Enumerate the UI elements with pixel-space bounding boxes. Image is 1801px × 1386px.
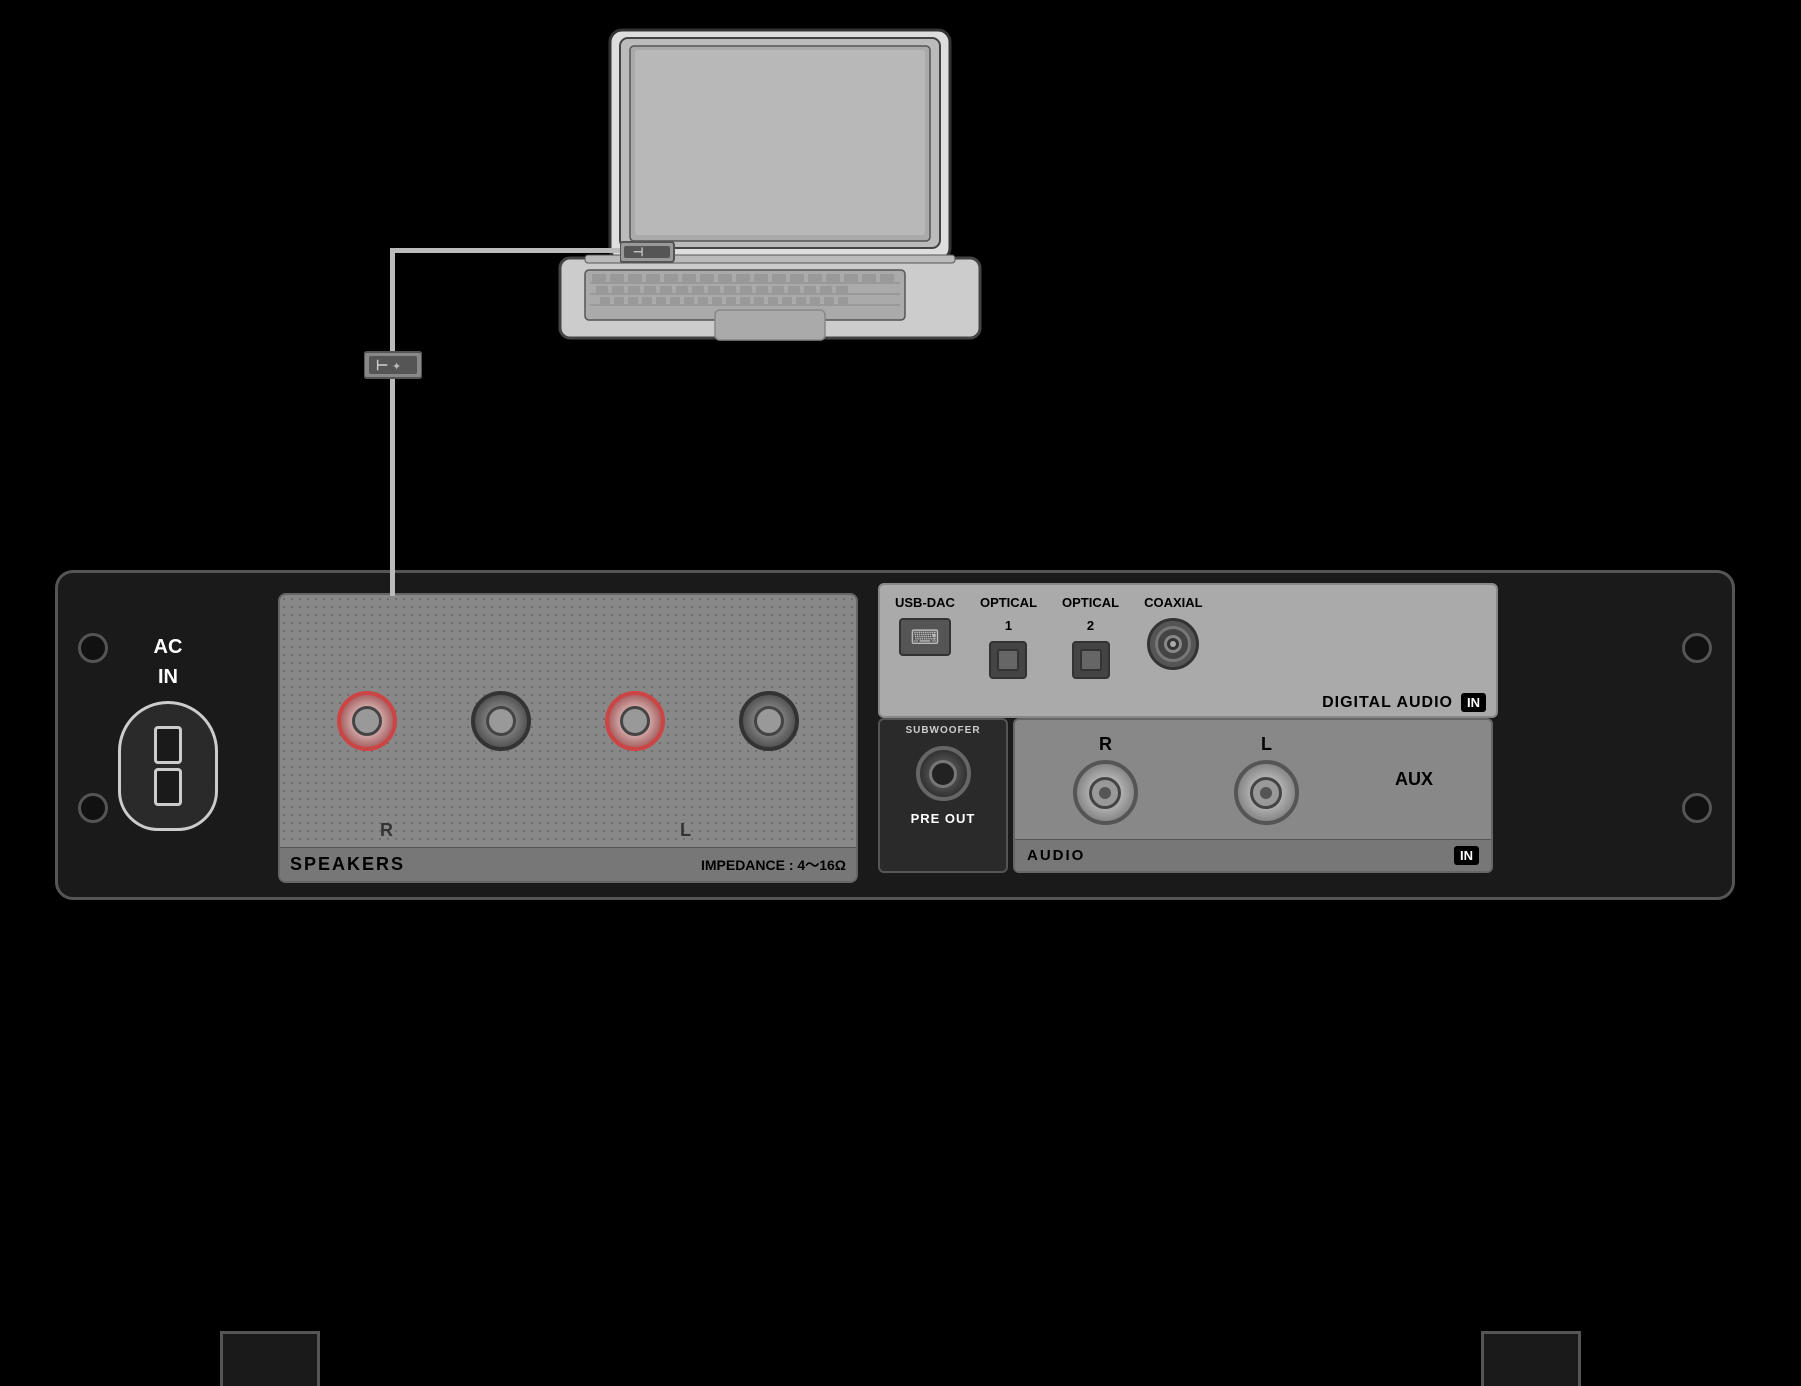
- laptop-illustration: [530, 20, 1010, 360]
- audio-in-text: AUDIO: [1027, 847, 1085, 864]
- speakers-label: SPEAKERS: [290, 854, 405, 875]
- coaxial-group: COAXIAL: [1144, 595, 1203, 670]
- svg-text:✦: ✦: [392, 361, 401, 373]
- optical-2-group: OPTICAL 2: [1062, 595, 1119, 679]
- coaxial-port: [1147, 618, 1199, 670]
- optical-2-sublabel: 2: [1087, 618, 1094, 633]
- speaker-l-label: L: [680, 820, 691, 840]
- usb-dac-port: ⌨: [899, 618, 951, 656]
- digital-inputs-row: USB-DAC ⌨ OPTICAL 1 OPTICAL 2: [880, 585, 1496, 689]
- optical-1-port: [989, 641, 1027, 679]
- audio-in-content: R L AUX: [1015, 720, 1491, 839]
- audio-l-group: L: [1234, 734, 1299, 825]
- digital-audio-text: DIGITAL AUDIO: [1322, 694, 1453, 712]
- cable-vertical-2: [390, 378, 395, 596]
- audio-in-section: R L AUX AUDIO: [1013, 718, 1493, 873]
- optical-1-sublabel: 1: [1005, 618, 1012, 633]
- ac-in-section: AC IN: [88, 603, 248, 863]
- ac-prong-top: [154, 726, 182, 764]
- svg-text:⊢: ⊢: [376, 357, 388, 373]
- cable-vertical-1: [390, 248, 395, 358]
- usb-dac-icon: ⌨: [911, 625, 940, 650]
- mount-hole-right-top: [1682, 633, 1712, 663]
- mount-hole-right-bot: [1682, 793, 1712, 823]
- pre-out-label: PRE OUT: [911, 811, 976, 826]
- audio-r-group: R: [1073, 734, 1138, 825]
- optical-1-group: OPTICAL 1: [980, 595, 1037, 679]
- usb-dac-group: USB-DAC ⌨: [895, 595, 955, 656]
- aux-label: AUX: [1395, 769, 1433, 790]
- digital-audio-in-badge: IN: [1461, 693, 1486, 712]
- usb-dac-label: USB-DAC: [895, 595, 955, 610]
- aux-label-group: AUX: [1395, 769, 1433, 790]
- audio-r-channel-label: R: [1099, 734, 1112, 755]
- ac-in-label2: IN: [158, 666, 178, 689]
- speaker-r-label: R: [380, 820, 393, 840]
- ac-in-label: AC: [154, 635, 183, 659]
- speakers-section: R L SPEAKERS IMPEDANCE : 4～16Ω: [278, 593, 858, 883]
- audio-in-badge: IN: [1454, 846, 1479, 865]
- terminal-l-minus: [739, 691, 799, 751]
- audio-r-jack: [1073, 760, 1138, 825]
- audio-in-label-row: AUDIO IN: [1015, 839, 1491, 871]
- bottom-right-connector: [1481, 1331, 1581, 1386]
- optical-2-port: [1072, 641, 1110, 679]
- speaker-terminals: [280, 595, 856, 847]
- audio-l-channel-label: L: [1261, 734, 1272, 755]
- pre-out-section: SUBWOOFER PRE OUT: [878, 718, 1008, 873]
- impedance-label: IMPEDANCE : 4～16Ω: [701, 855, 846, 875]
- optical-1-label: OPTICAL: [980, 595, 1037, 610]
- svg-text:⊣: ⊣: [633, 245, 643, 259]
- terminal-r-plus: [337, 691, 397, 751]
- coaxial-label: COAXIAL: [1144, 595, 1203, 610]
- ac-connector: [118, 701, 218, 831]
- usb-a-connector: ⊣: [620, 238, 678, 266]
- bottom-left-connector: [220, 1331, 320, 1386]
- terminal-l-plus: [605, 691, 665, 751]
- cable-horizontal: [392, 248, 632, 253]
- digital-audio-label-row: DIGITAL AUDIO IN: [880, 689, 1496, 716]
- subwoofer-label: SUBWOOFER: [905, 725, 980, 736]
- digital-audio-section: USB-DAC ⌨ OPTICAL 1 OPTICAL 2: [878, 583, 1498, 718]
- audio-l-jack: [1234, 760, 1299, 825]
- amplifier-unit: AC IN R: [55, 570, 1735, 900]
- usb-b-connector: ⊢ ✦: [364, 350, 422, 380]
- terminal-r-minus: [471, 691, 531, 751]
- ac-prong-bottom: [154, 768, 182, 806]
- optical-2-label: OPTICAL: [1062, 595, 1119, 610]
- speakers-label-row: SPEAKERS IMPEDANCE : 4～16Ω: [280, 847, 856, 881]
- pre-out-jack: [916, 746, 971, 801]
